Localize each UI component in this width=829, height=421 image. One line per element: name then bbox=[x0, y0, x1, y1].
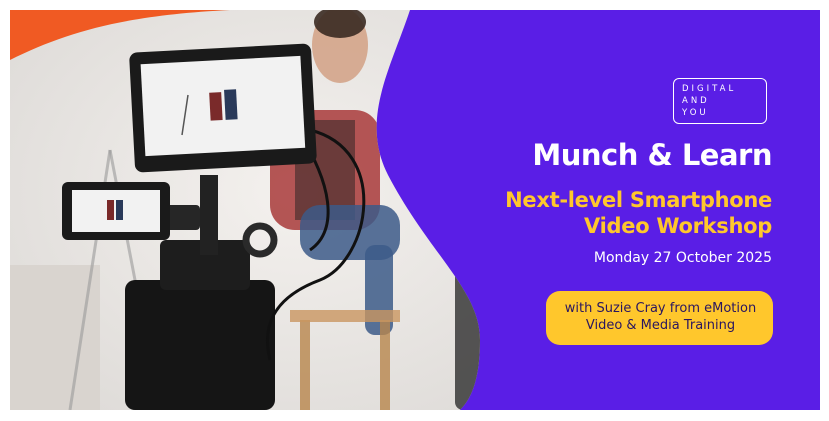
banner: DIGITAL AND YOU Munch & Learn Next-level… bbox=[10, 10, 820, 410]
presenter-badge: with Suzie Cray from eMotion Video & Med… bbox=[546, 291, 773, 345]
logo-line-2: AND bbox=[682, 96, 710, 106]
logo-line-1: DIGITAL bbox=[682, 84, 737, 94]
logo-line-3: YOU bbox=[682, 108, 709, 118]
presenter-line-2: Video & Media Training bbox=[585, 318, 736, 333]
digital-and-you-logo: DIGITAL AND YOU bbox=[673, 78, 767, 124]
event-date: Monday 27 October 2025 bbox=[593, 250, 772, 266]
event-subtitle: Next-level Smartphone Video Workshop bbox=[505, 187, 772, 239]
event-title: Munch & Learn bbox=[532, 138, 772, 172]
presenter-line-1: with Suzie Cray from eMotion bbox=[564, 301, 757, 316]
camera-rig-photo bbox=[10, 10, 480, 410]
subtitle-line-1: Next-level Smartphone bbox=[505, 188, 772, 212]
subtitle-line-2: Video Workshop bbox=[584, 214, 772, 238]
